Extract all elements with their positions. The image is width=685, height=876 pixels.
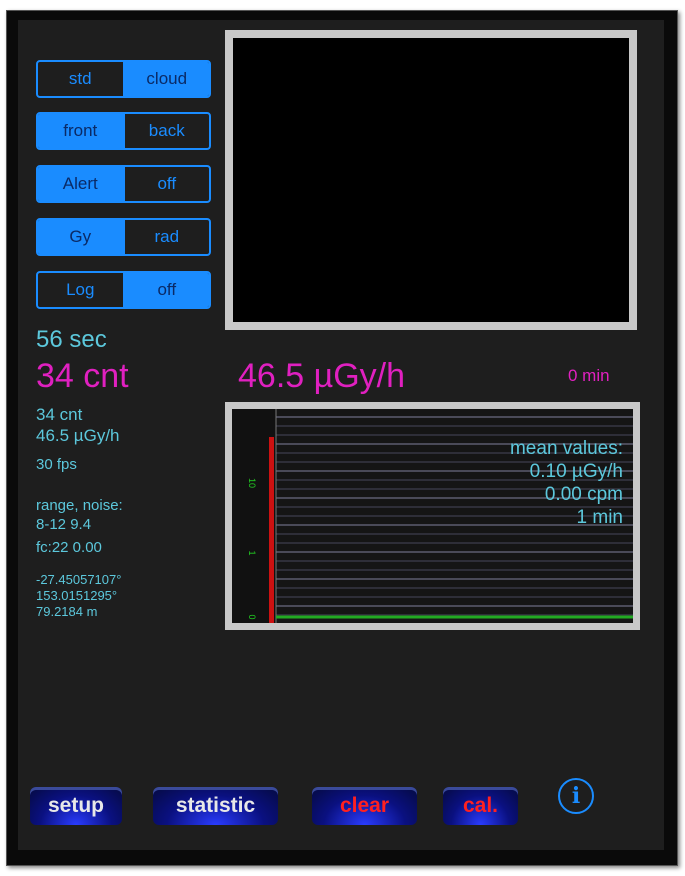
clear-button[interactable]: clear bbox=[312, 787, 417, 825]
info-icon[interactable]: i bbox=[558, 778, 594, 814]
toggle-alert-off[interactable]: Alert off bbox=[36, 165, 211, 203]
statistic-button[interactable]: statistic bbox=[153, 787, 278, 825]
axis-tick-label: 0 bbox=[247, 614, 257, 619]
longitude: 153.0151295° bbox=[36, 588, 118, 603]
toggle-option-alert[interactable]: Alert bbox=[38, 167, 123, 201]
toggle-option-off[interactable]: off bbox=[122, 273, 209, 307]
calibrate-button[interactable]: cal. bbox=[443, 787, 518, 825]
mean-cpm: 0.00 cpm bbox=[544, 484, 623, 505]
detail-dose: 46.5 µGy/h bbox=[36, 426, 120, 445]
dose-graph: 10 1 0 mean values: 0.10 µGy/h 0.00 cpm 1 … bbox=[225, 402, 640, 630]
toggle-std-cloud[interactable]: std cloud bbox=[36, 60, 211, 98]
toggle-option-gy[interactable]: Gy bbox=[38, 220, 123, 254]
mean-dose: 0.10 µGy/h bbox=[529, 461, 623, 482]
toggle-option-front[interactable]: front bbox=[38, 114, 123, 148]
toggle-option-std[interactable]: std bbox=[38, 62, 123, 96]
latitude: -27.45057107° bbox=[36, 572, 122, 587]
toggle-option-rad[interactable]: rad bbox=[122, 220, 210, 254]
range-value: 8-12 9.4 bbox=[36, 516, 92, 533]
toggle-option-off[interactable]: off bbox=[122, 167, 210, 201]
toggle-gy-rad[interactable]: Gy rad bbox=[36, 218, 211, 256]
range-label: range, noise: bbox=[36, 497, 123, 514]
minutes-label: 0 min bbox=[568, 366, 610, 385]
camera-preview bbox=[225, 30, 637, 330]
toggle-option-log[interactable]: Log bbox=[38, 273, 123, 307]
count-large: 34 cnt bbox=[36, 357, 129, 395]
dose-rate-large: 46.5 µGy/h bbox=[238, 357, 406, 395]
axis-tick-label: 10 bbox=[247, 478, 257, 488]
altitude: 79.2184 m bbox=[36, 604, 98, 619]
setup-button[interactable]: setup bbox=[30, 787, 122, 825]
toggle-front-back[interactable]: front back bbox=[36, 112, 211, 150]
detail-count: 34 cnt bbox=[36, 405, 83, 424]
dose-bar bbox=[269, 437, 274, 623]
toggle-option-cloud[interactable]: cloud bbox=[122, 62, 209, 96]
toggle-option-back[interactable]: back bbox=[122, 114, 210, 148]
mean-values-label: mean values: bbox=[509, 438, 623, 459]
elapsed-time: 56 sec bbox=[36, 326, 107, 353]
toggle-log-off[interactable]: Log off bbox=[36, 271, 211, 309]
detail-fps: 30 fps bbox=[36, 456, 77, 473]
axis-tick-label: 1 bbox=[247, 550, 257, 555]
fc-value: fc:22 0.00 bbox=[36, 539, 102, 556]
mean-window: 1 min bbox=[576, 507, 623, 528]
